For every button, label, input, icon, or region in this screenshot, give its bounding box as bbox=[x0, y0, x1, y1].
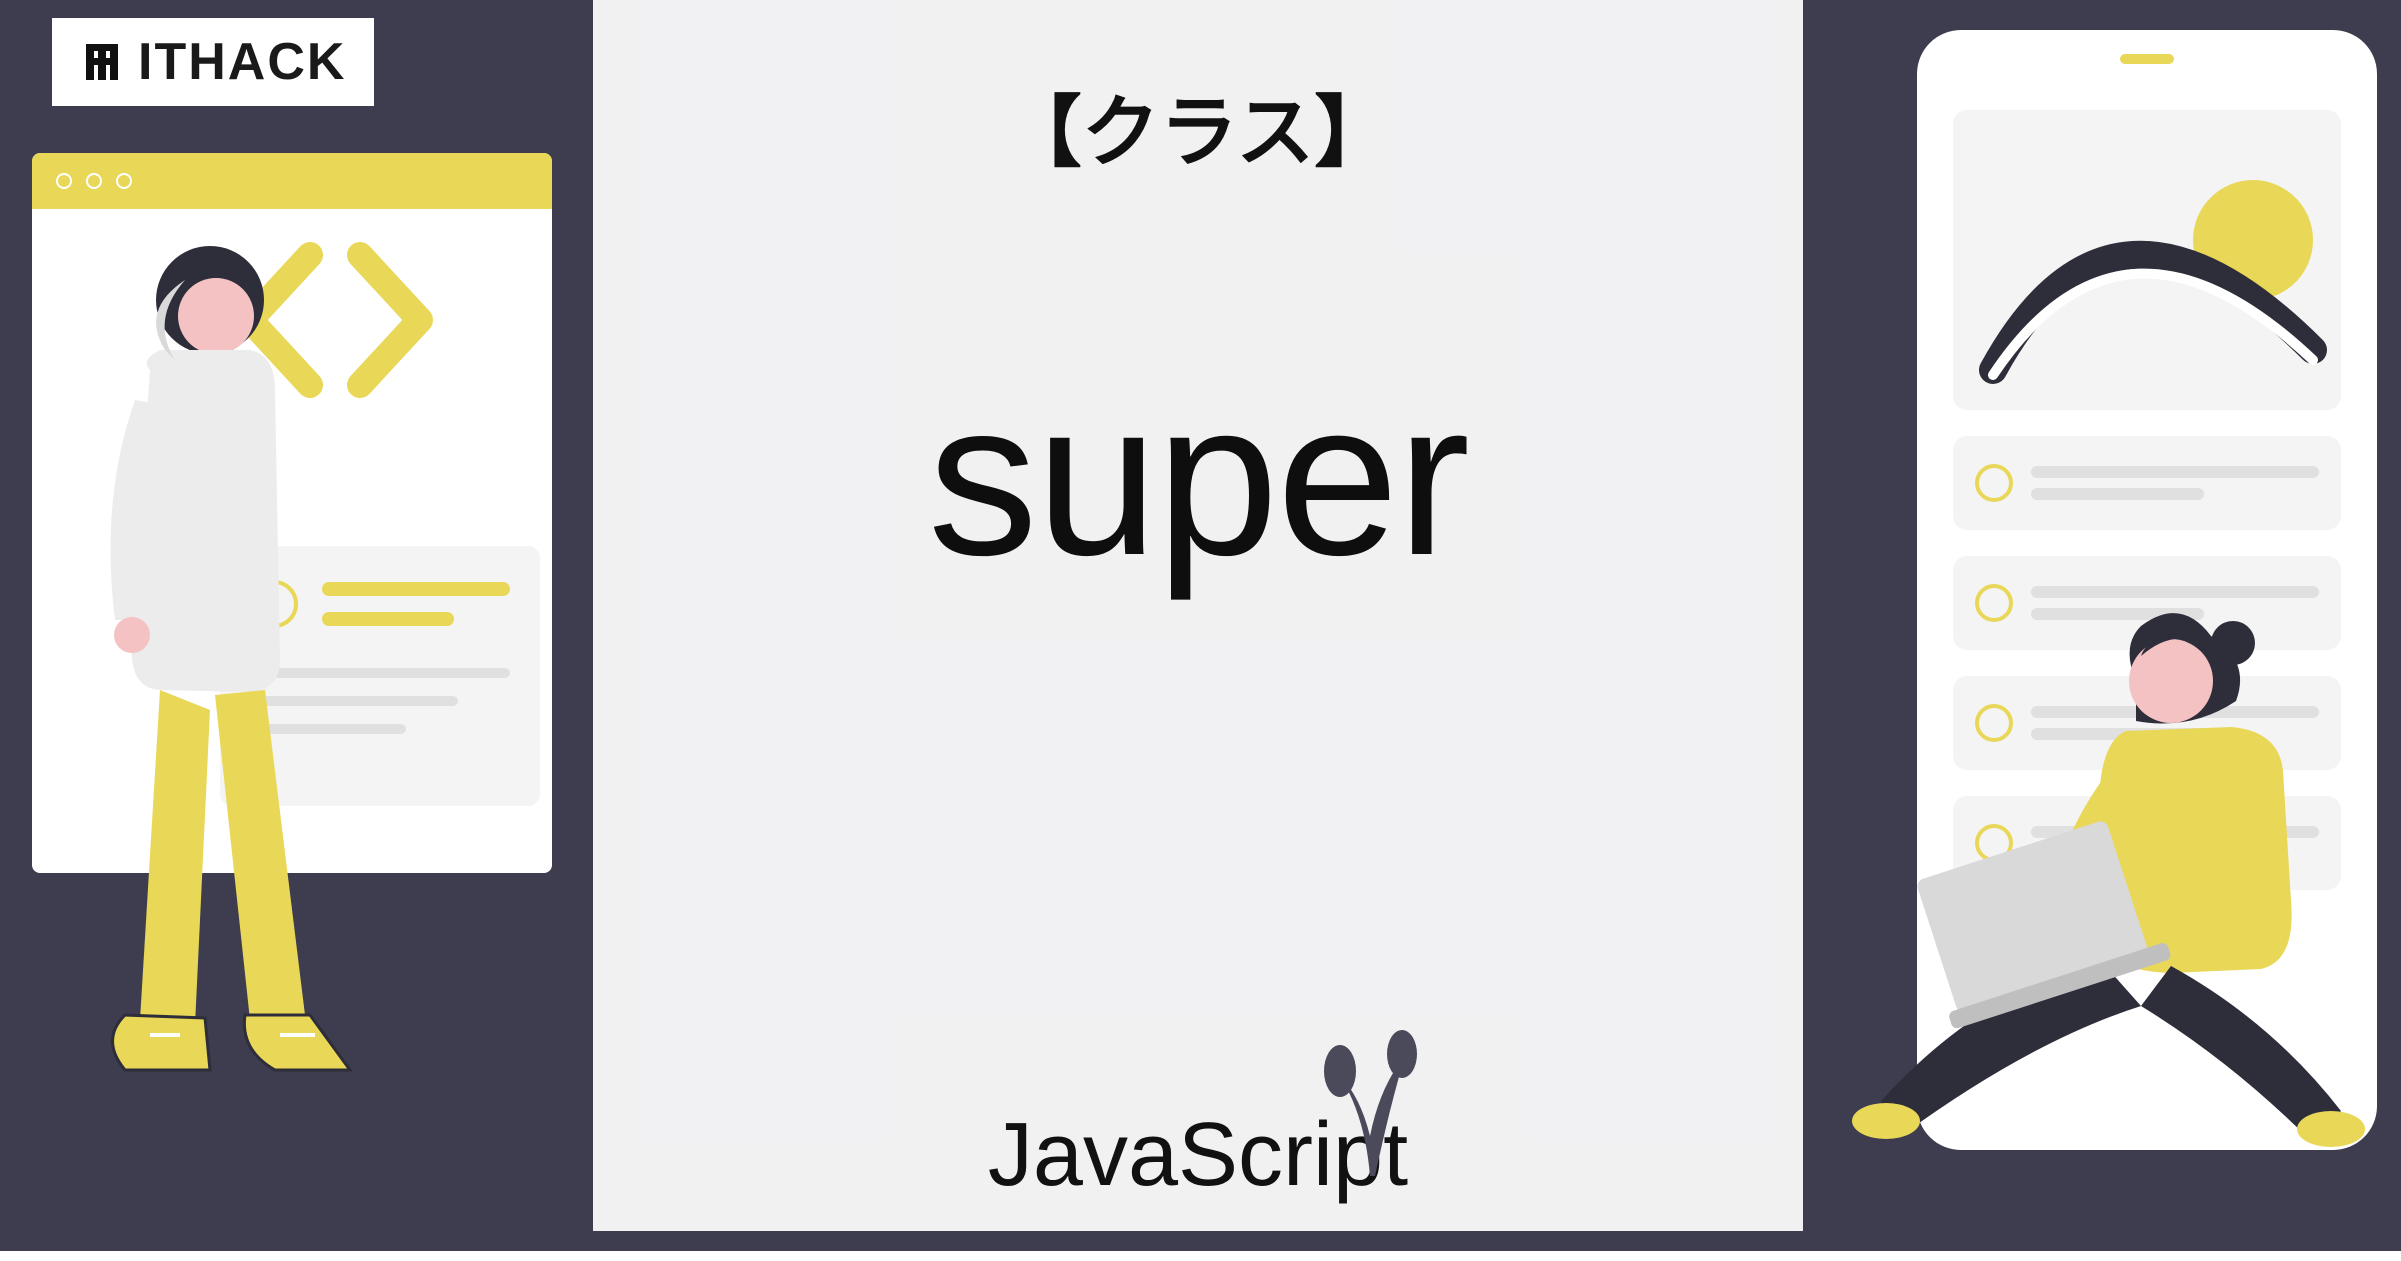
text-line bbox=[2031, 488, 2204, 500]
person-sitting-illustration bbox=[1841, 601, 2381, 1171]
plant-illustration bbox=[1310, 996, 1430, 1181]
phone-hero-image bbox=[1953, 110, 2341, 410]
bottom-border bbox=[0, 1251, 2401, 1261]
logo-icon bbox=[80, 38, 128, 86]
phone-notch bbox=[2120, 54, 2174, 64]
radio-icon bbox=[1975, 464, 2013, 502]
logo-badge: ITHACK bbox=[52, 18, 374, 106]
logo-text: ITHACK bbox=[138, 32, 346, 92]
window-dot bbox=[116, 173, 132, 189]
window-dot bbox=[86, 173, 102, 189]
list-item bbox=[1953, 436, 2341, 530]
person-standing-illustration bbox=[40, 240, 360, 1170]
text-line bbox=[2031, 586, 2319, 598]
title-card: 【クラス】 super JavaScript bbox=[593, 0, 1803, 1231]
card-main-title: super bbox=[928, 352, 1468, 605]
window-dot bbox=[56, 173, 72, 189]
text-line bbox=[2031, 466, 2319, 478]
browser-titlebar bbox=[32, 153, 552, 209]
card-subtitle: 【クラス】 bbox=[1004, 70, 1392, 182]
